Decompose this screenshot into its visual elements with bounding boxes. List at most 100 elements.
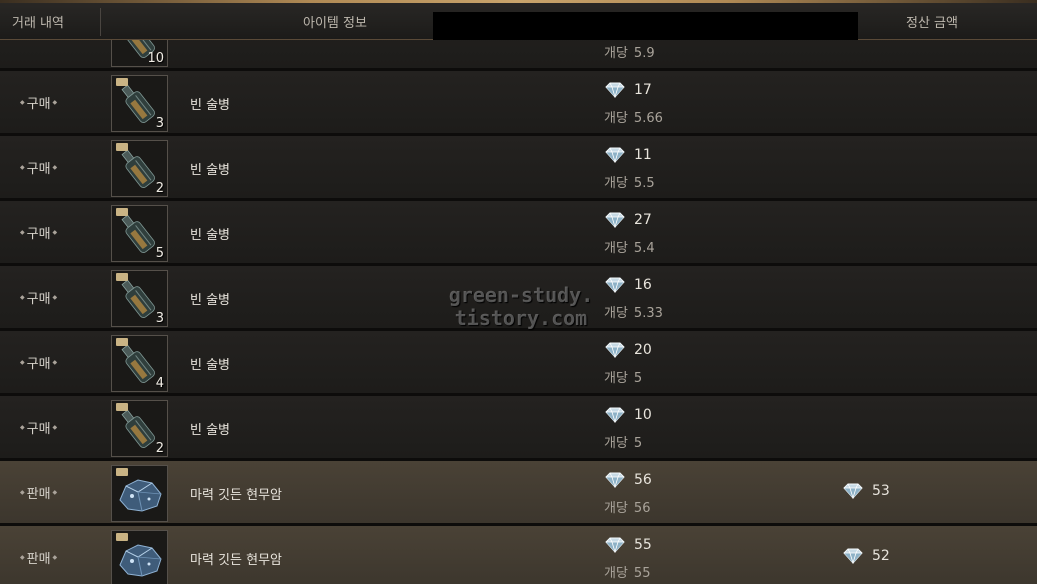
item-tag-icon (116, 403, 128, 411)
item-slot[interactable]: 2 (111, 400, 168, 457)
item-quantity: 4 (155, 376, 164, 391)
right-arrow-icon: ◆ (52, 294, 58, 301)
unit-price-label: 개당 (604, 436, 628, 451)
item-tag-icon (116, 468, 128, 476)
item-slot[interactable]: 3 (111, 75, 168, 132)
column-header-settle[interactable]: 정산 금액 (906, 12, 958, 31)
transaction-type-label: 구매 (26, 292, 51, 307)
transaction-list[interactable]: 10 개당 5.9 ◆ 구매 ◆ 3 빈 술병 17 개당 5.66 ◆ 구매 ◆ (0, 40, 1037, 584)
item-tag-icon (116, 208, 128, 216)
unit-price-label: 개당 (604, 501, 628, 516)
item-slot[interactable]: 10 (111, 40, 168, 67)
item-slot[interactable]: 2 (111, 140, 168, 197)
left-arrow-icon: ◆ (20, 424, 25, 431)
unit-price: 개당 5.9 (604, 42, 655, 61)
header-gold-trim (0, 0, 1037, 3)
item-slot[interactable]: 4 (111, 335, 168, 392)
diamond-gem-icon (843, 548, 863, 564)
item-name: 빈 술병 (190, 163, 231, 178)
price-info: 10 개당 5 (604, 407, 764, 451)
unit-price-label: 개당 (604, 371, 628, 386)
unit-price-label: 개당 (604, 46, 628, 61)
item-slot[interactable]: 5 (111, 205, 168, 262)
table-row[interactable]: ◆ 구매 ◆ 4 빈 술병 20 개당 5 (0, 331, 1037, 396)
item-slot[interactable]: 3 (111, 270, 168, 327)
diamond-gem-icon (605, 82, 625, 98)
diamond-gem-icon (605, 342, 625, 358)
item-name: 빈 술병 (190, 358, 231, 373)
total-price: 17 (604, 82, 652, 98)
table-row[interactable]: ◆ 판매 ◆ 마력 깃든 현무암 55 개당 55 52 (0, 526, 1037, 584)
total-price-value: 16 (634, 277, 652, 293)
unit-price-label: 개당 (604, 176, 628, 191)
item-name: 빈 술병 (190, 98, 231, 113)
table-row[interactable]: ◆ 판매 ◆ 마력 깃든 현무암 56 개당 56 53 (0, 461, 1037, 526)
transaction-type: ◆ 구매 ◆ (20, 288, 57, 307)
unit-price: 개당 5 (604, 367, 642, 386)
item-name: 빈 술병 (190, 228, 231, 243)
total-price-value: 27 (634, 212, 652, 228)
item-name: 빈 술병 (190, 293, 231, 308)
diamond-gem-icon (605, 277, 625, 293)
diamond-gem-icon (605, 212, 625, 228)
item-quantity: 3 (155, 116, 164, 131)
right-arrow-icon: ◆ (52, 164, 58, 171)
table-row[interactable]: ◆ 구매 ◆ 5 빈 술병 27 개당 5.4 (0, 201, 1037, 266)
item-tag-icon (116, 78, 128, 86)
left-arrow-icon: ◆ (20, 99, 25, 106)
settlement-amount: 53 (842, 483, 890, 499)
price-info: 11 개당 5.5 (604, 147, 764, 191)
transaction-type: ◆ 판매 ◆ (20, 483, 57, 502)
total-price: 11 (604, 147, 652, 163)
price-info: 17 개당 5.66 (604, 82, 764, 126)
right-arrow-icon: ◆ (52, 424, 58, 431)
table-row[interactable]: 10 개당 5.9 (0, 40, 1037, 71)
unit-price: 개당 5.33 (604, 302, 663, 321)
total-price: 16 (604, 277, 652, 293)
right-arrow-icon: ◆ (52, 489, 58, 496)
price-info: 27 개당 5.4 (604, 212, 764, 256)
diamond-gem-icon (605, 147, 625, 163)
settlement-amount-value: 53 (872, 483, 890, 499)
total-price: 56 (604, 472, 652, 488)
total-price-value: 11 (634, 147, 652, 163)
right-arrow-icon: ◆ (52, 99, 58, 106)
total-price-value: 20 (634, 342, 652, 358)
price-info: 개당 5.9 (604, 40, 764, 61)
item-quantity: 3 (155, 311, 164, 326)
unit-price-value: 55 (633, 566, 651, 581)
left-arrow-icon: ◆ (20, 294, 25, 301)
column-header-history[interactable]: 거래 내역 (12, 12, 64, 31)
redacted-block (433, 12, 858, 40)
table-row[interactable]: ◆ 구매 ◆ 2 빈 술병 10 개당 5 (0, 396, 1037, 461)
transaction-type-label: 구매 (26, 97, 51, 112)
item-quantity: 2 (155, 441, 164, 456)
unit-price-value: 5.66 (633, 111, 663, 126)
transaction-type-label: 구매 (26, 357, 51, 372)
total-price: 20 (604, 342, 652, 358)
table-row[interactable]: ◆ 구매 ◆ 3 빈 술병 17 개당 5.66 (0, 71, 1037, 136)
item-slot[interactable] (111, 530, 168, 584)
left-arrow-icon: ◆ (20, 359, 25, 366)
table-row[interactable]: ◆ 구매 ◆ 2 빈 술병 11 개당 5.5 (0, 136, 1037, 201)
transaction-type-label: 판매 (26, 552, 51, 567)
price-info: 20 개당 5 (604, 342, 764, 386)
left-arrow-icon: ◆ (20, 554, 25, 561)
total-price: 10 (604, 407, 652, 423)
item-slot[interactable] (111, 465, 168, 522)
item-tag-icon (116, 338, 128, 346)
diamond-gem-icon (605, 537, 625, 553)
transaction-type: ◆ 구매 ◆ (20, 418, 57, 437)
unit-price-value: 5.33 (633, 306, 663, 321)
price-info: 56 개당 56 (604, 472, 764, 516)
left-arrow-icon: ◆ (20, 489, 25, 496)
price-info: 55 개당 55 (604, 537, 764, 581)
table-header: 거래 내역 아이템 정보 정산 금액 (0, 0, 1037, 40)
transaction-type-label: 구매 (26, 422, 51, 437)
item-name: 마력 깃든 현무암 (190, 553, 282, 568)
column-header-item[interactable]: 아이템 정보 (303, 12, 367, 31)
unit-price-label: 개당 (604, 111, 628, 126)
item-quantity: 2 (155, 181, 164, 196)
table-row[interactable]: ◆ 구매 ◆ 3 빈 술병 16 개당 5.33 (0, 266, 1037, 331)
item-quantity: 5 (155, 246, 164, 261)
